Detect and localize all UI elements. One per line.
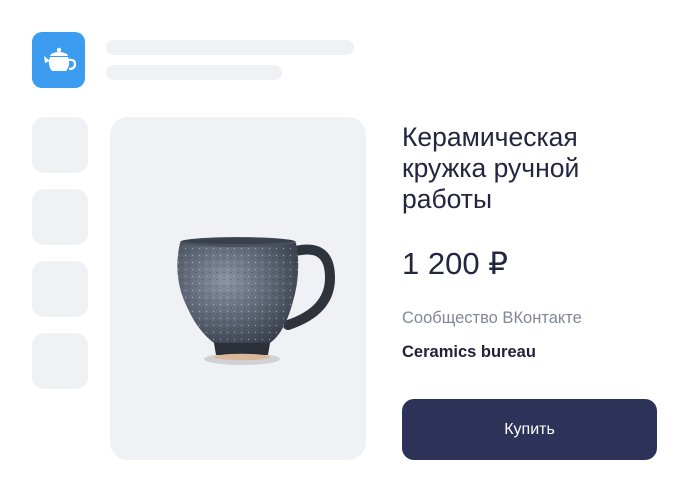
mug-photo — [177, 237, 335, 365]
thumbnail-placeholder[interactable] — [32, 189, 88, 245]
skeleton-title-line — [106, 40, 354, 55]
product-card-page: Керамическая кружка ручной работы 1 200 … — [0, 0, 690, 494]
source-label[interactable]: Сообщество ВКонтакте — [402, 308, 582, 328]
seller-name[interactable]: Ceramics bureau — [402, 342, 536, 362]
teapot-icon — [32, 32, 85, 88]
skeleton-subtitle-line — [106, 65, 282, 80]
product-price: 1 200 ₽ — [402, 246, 508, 281]
buy-button[interactable]: Купить — [402, 399, 657, 460]
thumbnail-placeholder[interactable] — [32, 117, 88, 173]
product-photo-card — [110, 117, 366, 460]
product-title: Керамическая кружка ручной работы — [402, 122, 580, 214]
thumbnail-placeholder[interactable] — [32, 333, 88, 389]
thumbnail-placeholder[interactable] — [32, 261, 88, 317]
